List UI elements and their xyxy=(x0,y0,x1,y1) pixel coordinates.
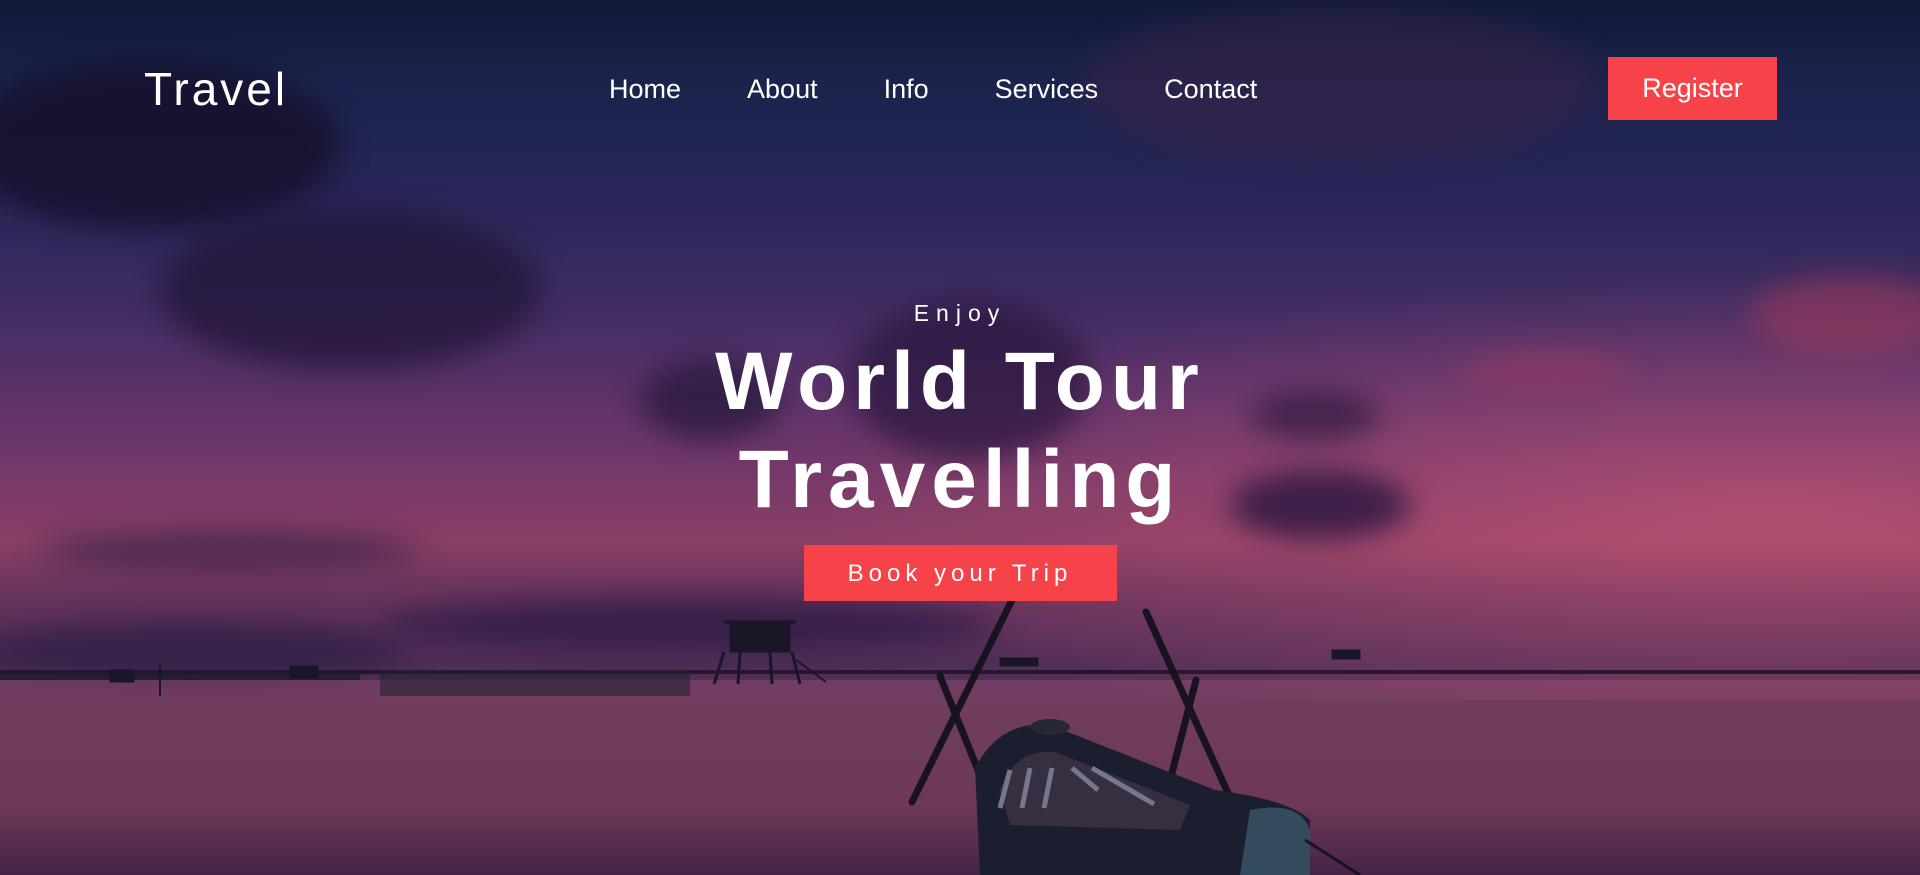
nav-item-home[interactable]: Home xyxy=(609,74,681,105)
hero-headline: World Tour Travelling xyxy=(0,333,1920,529)
nav-item-info[interactable]: Info xyxy=(884,74,929,105)
hero-content: Enjoy World Tour Travelling Book your Tr… xyxy=(0,300,1920,601)
book-trip-button[interactable]: Book your Trip xyxy=(803,545,1117,601)
hero-section: Travel Home About Info Services Contact … xyxy=(0,0,1920,875)
hero-headline-line-2: Travelling xyxy=(738,434,1182,525)
nav-item-services[interactable]: Services xyxy=(995,74,1099,105)
nav-item-contact[interactable]: Contact xyxy=(1164,74,1257,105)
main-nav: Home About Info Services Contact xyxy=(609,74,1257,105)
hero-headline-line-1: World Tour xyxy=(715,336,1205,427)
hero-eyebrow: Enjoy xyxy=(913,300,1007,326)
register-button[interactable]: Register xyxy=(1608,57,1777,120)
logo[interactable]: Travel xyxy=(144,62,288,116)
nav-item-about[interactable]: About xyxy=(747,74,818,105)
